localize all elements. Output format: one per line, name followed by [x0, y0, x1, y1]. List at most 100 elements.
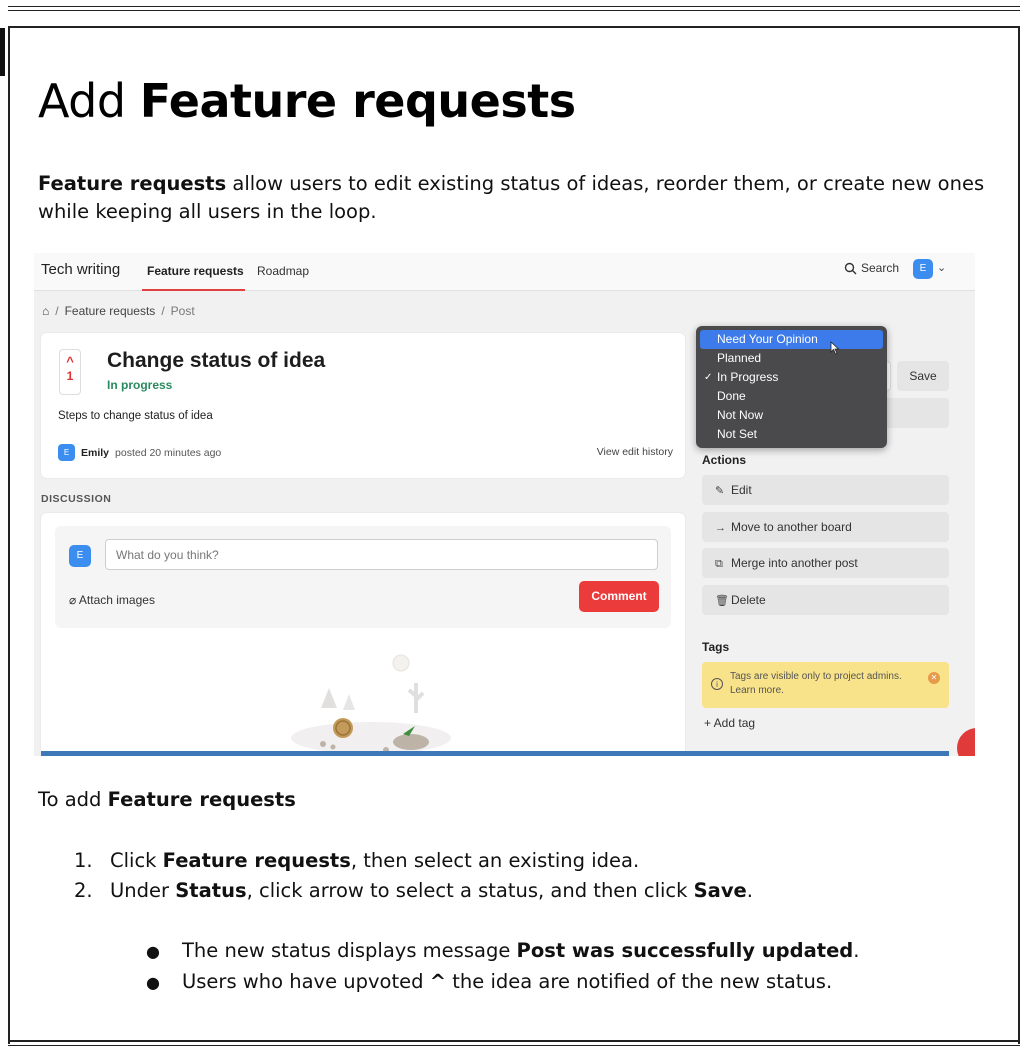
lead-bold: Feature requests	[107, 788, 296, 811]
step-text: Under	[110, 879, 176, 902]
upvote-arrow-icon: ^	[66, 354, 74, 369]
upvote-button[interactable]: ^ 1	[59, 349, 81, 395]
bullet-bold: Post was successfully updated	[516, 939, 854, 962]
bullet-text: Users who have upvoted	[182, 970, 430, 993]
title-prefix: Add	[38, 74, 140, 128]
app-screenshot: Tech writing Feature requests Roadmap Se…	[34, 253, 975, 756]
step-bold: Save	[693, 879, 747, 902]
vote-count: 1	[66, 369, 74, 383]
top-nav: Tech writing Feature requests Roadmap Se…	[34, 253, 975, 291]
intro-paragraph: Feature requests allow users to edit exi…	[38, 170, 998, 226]
breadcrumb-current: Post	[170, 304, 195, 318]
close-icon[interactable]: ✕	[928, 672, 940, 684]
user-avatar[interactable]: E	[913, 259, 933, 279]
bullet-dot: ●	[146, 942, 160, 961]
view-edit-history-link[interactable]: View edit history	[597, 446, 673, 458]
status-option-done[interactable]: Done	[700, 387, 883, 406]
frame-top-rule	[8, 26, 1020, 28]
post-title: Change status of idea	[107, 349, 326, 372]
edit-label: Edit	[731, 483, 752, 497]
status-option-label: In Progress	[717, 370, 779, 384]
status-option-label: Planned	[717, 351, 762, 365]
status-option-label: Not Now	[717, 408, 764, 422]
status-option-label: Not Set	[717, 427, 758, 441]
actions-heading: Actions	[702, 453, 747, 467]
bullet-bold: ^	[429, 970, 447, 993]
add-tag-button[interactable]: + Add tag	[704, 716, 755, 730]
step-item: 2. Under Status, click arrow to select a …	[74, 876, 753, 906]
post-author-line: E Emily posted 20 minutes ago	[58, 444, 221, 461]
post-body: Steps to change status of idea	[58, 410, 213, 422]
bullet-text: .	[853, 939, 860, 962]
step-bold: Status	[175, 879, 247, 902]
merge-post-label: Merge into another post	[731, 556, 858, 570]
step-bold: Feature requests	[162, 849, 351, 872]
page-title: Add Feature requests	[38, 74, 576, 128]
arrow-right-icon: →	[715, 522, 726, 534]
attach-images-label: Attach images	[78, 593, 155, 607]
discussion-card: E What do you think? ⌀ Attach images Com…	[41, 513, 685, 756]
step-text: , then select an existing idea.	[350, 849, 640, 872]
edit-button[interactable]: ✎ Edit	[702, 475, 949, 505]
tags-notice-text: Tags are visible only to project admins.…	[730, 671, 902, 696]
breadcrumb: ⌂ / Feature requests / Post	[42, 304, 195, 318]
search-button[interactable]: Search	[844, 261, 899, 275]
author-name[interactable]: Emily	[81, 447, 109, 459]
search-icon	[844, 262, 857, 274]
status-option-not-now[interactable]: Not Now	[700, 406, 883, 425]
bullet-list: ● The new status displays message Post wa…	[146, 936, 859, 998]
discussion-heading: DISCUSSION	[41, 493, 112, 505]
instructions-lead: To add Feature requests	[38, 788, 296, 811]
step-text: , click arrow to select a status, and th…	[246, 879, 694, 902]
comment-button[interactable]: Comment	[579, 581, 659, 612]
tags-heading: Tags	[702, 640, 730, 654]
status-option-not-set[interactable]: Not Set	[700, 425, 883, 444]
home-icon[interactable]: ⌂	[42, 304, 49, 318]
bullet-item: ● The new status displays message Post wa…	[146, 936, 859, 967]
breadcrumb-separator: /	[55, 304, 59, 318]
step-number: 2.	[74, 879, 93, 902]
empty-discussion-illustration	[291, 654, 451, 754]
bullet-text: the idea are notified of the new status.	[446, 970, 833, 993]
status-option-in-progress[interactable]: ✓ In Progress	[700, 368, 883, 387]
intro-bold: Feature requests	[38, 172, 227, 195]
delete-label: Delete	[731, 593, 766, 607]
comment-input[interactable]: What do you think?	[105, 539, 658, 570]
active-tab-underline	[142, 289, 245, 291]
save-button[interactable]: Save	[897, 361, 949, 391]
post-card: ^ 1 Change status of idea In progress St…	[41, 333, 685, 478]
status-option-need-your-opinion[interactable]: Need Your Opinion	[700, 330, 883, 349]
comment-composer: E What do you think? ⌀ Attach images Com…	[55, 526, 671, 628]
delete-button[interactable]: 🗑 Delete	[702, 585, 949, 615]
commenter-avatar: E	[69, 545, 91, 567]
bullet-text: The new status displays message	[182, 939, 517, 962]
frame-top-rule	[8, 10, 1020, 11]
status-option-label: Need Your Opinion	[717, 332, 818, 346]
help-bubble[interactable]	[957, 728, 975, 756]
trash-icon: 🗑	[715, 595, 729, 607]
check-icon: ✓	[704, 372, 713, 383]
frame-left-rule	[8, 26, 10, 1044]
status-option-label: Done	[717, 389, 746, 403]
frame-left-tab	[0, 28, 5, 76]
brand-name[interactable]: Tech writing	[41, 261, 120, 278]
bottom-scroll-bar	[41, 751, 949, 756]
breadcrumb-section[interactable]: Feature requests	[65, 304, 156, 318]
bullet-dot: ●	[146, 973, 160, 992]
tab-roadmap[interactable]: Roadmap	[257, 264, 309, 278]
tab-feature-requests[interactable]: Feature requests	[147, 264, 244, 278]
pencil-icon: ✎	[715, 485, 725, 497]
frame-bottom-rule	[8, 1045, 1020, 1046]
chevron-down-icon[interactable]: ⌄	[937, 261, 946, 274]
move-board-button[interactable]: → Move to another board	[702, 512, 949, 542]
title-bold: Feature requests	[139, 74, 576, 128]
attach-images-button[interactable]: ⌀ Attach images	[69, 593, 155, 607]
step-text: .	[746, 879, 753, 902]
status-dropdown: Need Your Opinion Planned ✓ In Progress D…	[696, 326, 887, 448]
frame-bottom-rule	[8, 1040, 1020, 1042]
frame-right-rule	[1018, 28, 1020, 1044]
mouse-cursor-icon	[830, 341, 840, 355]
status-option-planned[interactable]: Planned	[700, 349, 883, 368]
info-icon: i	[711, 678, 723, 690]
merge-post-button[interactable]: ⧉ Merge into another post	[702, 548, 949, 578]
